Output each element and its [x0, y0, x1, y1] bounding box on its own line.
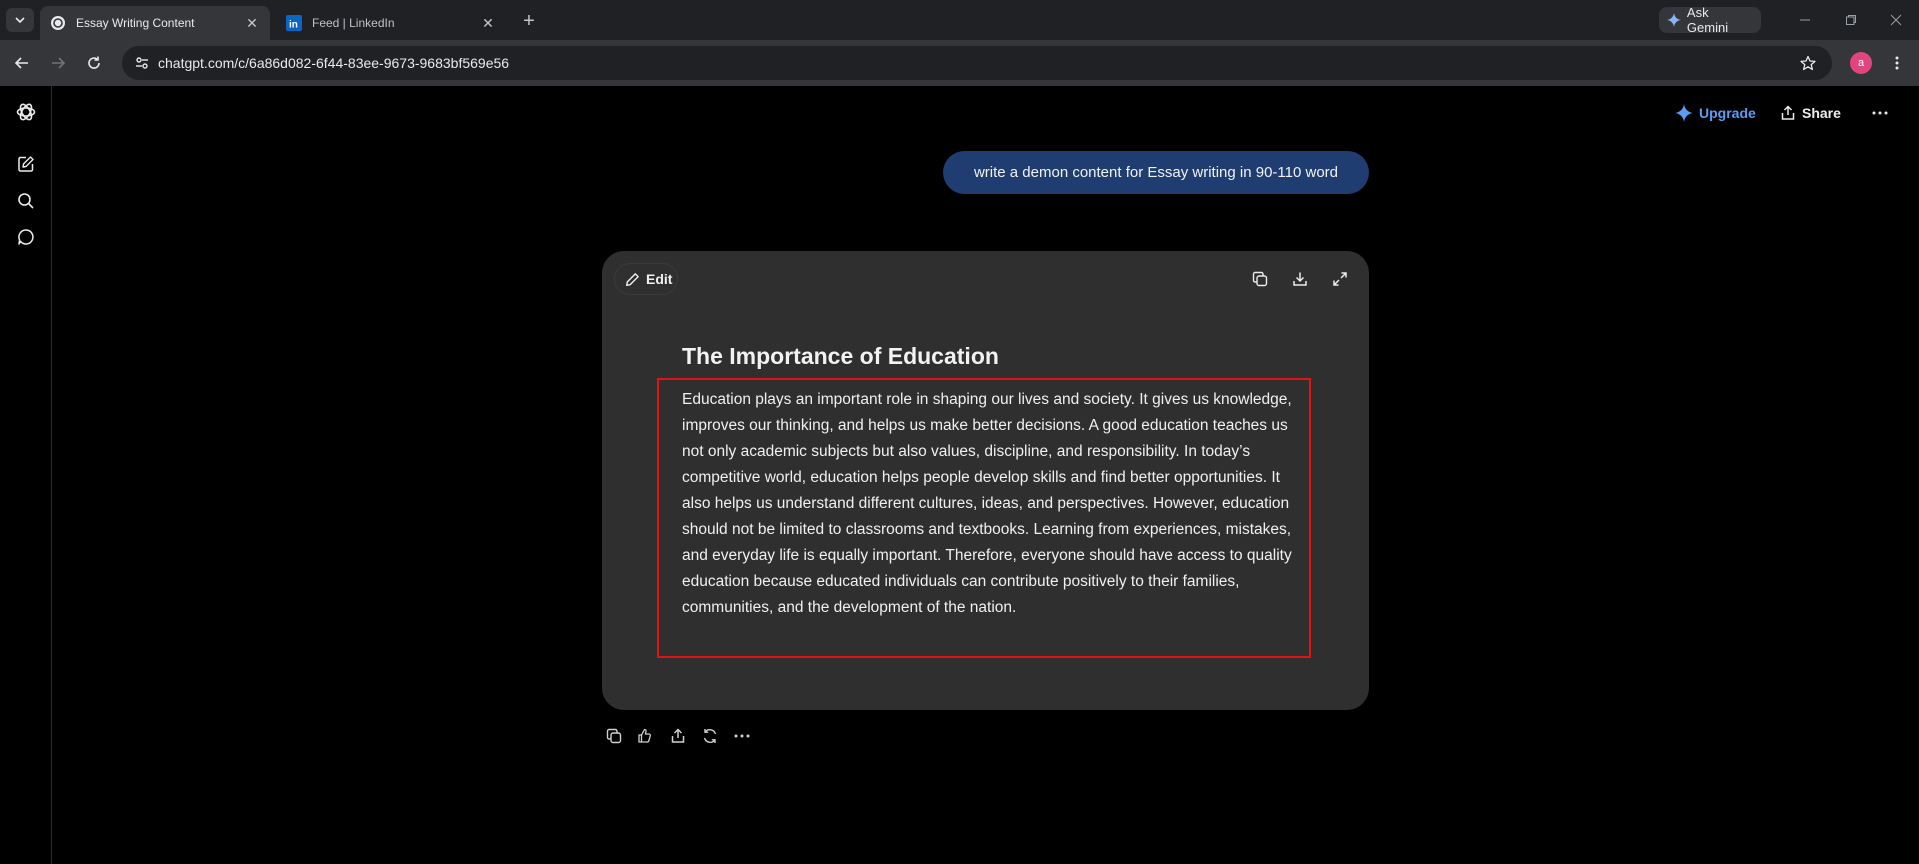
- chatgpt-icon: [50, 15, 66, 31]
- url-text: chatgpt.com/c/6a86d082-6f44-83ee-9673-96…: [158, 55, 510, 71]
- browser-menu-icon[interactable]: [1887, 52, 1907, 74]
- edit-label: Edit: [646, 271, 673, 287]
- close-icon[interactable]: ✕: [480, 15, 496, 31]
- browser-tab-bar: Essay Writing Content ✕ in Feed | Linked…: [0, 0, 1919, 40]
- ask-gemini-button[interactable]: Ask Gemini: [1659, 5, 1761, 35]
- share-icon: [1781, 105, 1795, 120]
- gemini-sparkle-icon: [1667, 13, 1681, 27]
- upgrade-label: Upgrade: [1699, 105, 1756, 121]
- chats-icon[interactable]: [14, 225, 38, 249]
- document-title: The Importance of Education: [682, 343, 999, 369]
- ask-gemini-label: Ask Gemini: [1686, 5, 1729, 35]
- chevron-down-icon: [15, 17, 25, 24]
- sparkle-icon: [1675, 104, 1693, 122]
- bookmark-star-icon[interactable]: [1798, 53, 1818, 73]
- address-bar[interactable]: chatgpt.com/c/6a86d082-6f44-83ee-9673-96…: [122, 46, 1832, 80]
- reload-icon[interactable]: [82, 51, 106, 75]
- profile-avatar[interactable]: a: [1850, 52, 1872, 74]
- openai-logo-icon[interactable]: [14, 100, 38, 124]
- sidebar: [0, 86, 52, 864]
- copy-icon[interactable]: [1248, 267, 1272, 291]
- more-actions-icon[interactable]: [730, 724, 754, 748]
- close-window-icon[interactable]: [1881, 8, 1911, 32]
- share-button[interactable]: Share: [1780, 100, 1841, 126]
- restore-icon[interactable]: [1836, 8, 1866, 32]
- share-response-icon[interactable]: [666, 724, 690, 748]
- share-label: Share: [1802, 105, 1841, 121]
- download-icon[interactable]: [1288, 267, 1312, 291]
- pencil-icon: [625, 272, 639, 286]
- new-tab-button[interactable]: +: [518, 10, 540, 32]
- tab-search-button[interactable]: [6, 8, 34, 32]
- tab-essay-writing[interactable]: Essay Writing Content ✕: [40, 6, 270, 40]
- browser-toolbar: chatgpt.com/c/6a86d082-6f44-83ee-9673-96…: [0, 40, 1919, 86]
- tab-title: Feed | LinkedIn: [312, 16, 395, 30]
- minimize-icon[interactable]: [1790, 8, 1820, 32]
- tab-linkedin-feed[interactable]: in Feed | LinkedIn ✕: [276, 6, 506, 40]
- thumbs-feedback-icon[interactable]: [634, 724, 658, 748]
- regenerate-icon[interactable]: [698, 724, 722, 748]
- new-chat-icon[interactable]: [14, 152, 38, 176]
- close-icon[interactable]: ✕: [244, 15, 260, 31]
- user-message: write a demon content for Essay writing …: [943, 151, 1369, 194]
- response-actions: [602, 724, 754, 748]
- canvas-document: Edit The Importance of Education Educati…: [602, 251, 1369, 710]
- tab-title: Essay Writing Content: [76, 16, 195, 30]
- linkedin-icon: in: [286, 15, 302, 31]
- expand-icon[interactable]: [1328, 267, 1352, 291]
- document-body[interactable]: Education plays an important role in sha…: [682, 387, 1298, 621]
- search-icon[interactable]: [14, 189, 38, 213]
- forward-arrow-icon[interactable]: [46, 51, 70, 75]
- site-settings-icon[interactable]: [132, 53, 152, 73]
- back-arrow-icon[interactable]: [10, 51, 34, 75]
- copy-response-icon[interactable]: [602, 724, 626, 748]
- upgrade-button[interactable]: Upgrade: [1675, 100, 1756, 126]
- edit-button[interactable]: Edit: [614, 263, 678, 295]
- user-message-text: write a demon content for Essay writing …: [973, 164, 1339, 181]
- svg-text:in: in: [289, 20, 298, 31]
- more-options-icon[interactable]: [1868, 100, 1892, 126]
